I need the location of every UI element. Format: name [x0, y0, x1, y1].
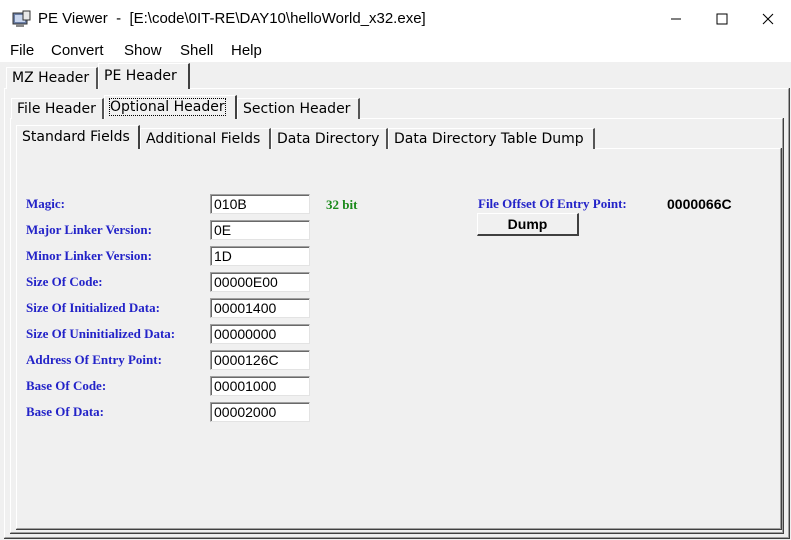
- menu-help[interactable]: Help: [231, 42, 262, 59]
- base-of-code-field[interactable]: 00001000: [210, 376, 310, 396]
- base-of-code-label: Base Of Code:: [26, 378, 107, 393]
- tab-section-header[interactable]: Section Header: [237, 98, 360, 119]
- tab-optional-header[interactable]: Optional Header: [104, 95, 237, 119]
- tab-mz-header[interactable]: MZ Header: [6, 67, 98, 89]
- tab-section-header-label: Section Header: [243, 101, 351, 117]
- size-of-initialized-data-field[interactable]: 00001400: [210, 298, 310, 318]
- maximize-icon: [716, 13, 728, 25]
- tab-optional-header-label: Optional Header: [109, 98, 226, 116]
- tab-data-directory-table-dump-label: Data Directory Table Dump: [394, 131, 584, 147]
- menu-file[interactable]: File: [10, 42, 34, 59]
- magic-label: Magic:: [26, 196, 65, 211]
- maximize-button[interactable]: [699, 0, 745, 38]
- title-separator: -: [107, 10, 130, 27]
- address-of-entry-point-label: Address Of Entry Point:: [26, 352, 162, 367]
- app-name: PE Viewer: [38, 10, 108, 27]
- file-offset-entry-point-label: File Offset Of Entry Point:: [478, 196, 627, 211]
- dump-button-label: Dump: [507, 216, 548, 232]
- tab-mz-header-label: MZ Header: [12, 70, 90, 86]
- title-bar: PE Viewer - [E:\code\0IT-RE\DAY10\helloW…: [0, 0, 791, 38]
- file-path: [E:\code\0IT-RE\DAY10\helloWorld_x32.exe…: [129, 10, 426, 27]
- size-of-uninitialized-data-label: Size Of Uninitialized Data:: [26, 326, 176, 341]
- tab-data-directory-label: Data Directory: [277, 131, 380, 147]
- tab-standard-fields[interactable]: Standard Fields: [16, 125, 140, 149]
- base-of-data-label: Base Of Data:: [26, 404, 104, 419]
- tab-additional-fields-label: Additional Fields: [146, 131, 261, 147]
- tab-pe-header-label: PE Header: [104, 68, 177, 84]
- base-of-data-field[interactable]: 00002000: [210, 402, 310, 422]
- app-icon[interactable]: [12, 10, 32, 28]
- window-title: PE Viewer - [E:\code\0IT-RE\DAY10\helloW…: [38, 10, 426, 27]
- menu-show[interactable]: Show: [124, 42, 162, 59]
- bitness-label: 32 bit: [326, 197, 358, 212]
- minimize-icon: [671, 18, 681, 20]
- tab-data-directory[interactable]: Data Directory: [271, 128, 388, 149]
- tab-additional-fields[interactable]: Additional Fields: [140, 128, 271, 149]
- tab-pe-header[interactable]: PE Header: [98, 63, 190, 89]
- file-offset-entry-point-value: 0000066C: [667, 196, 732, 212]
- close-button[interactable]: [745, 0, 791, 38]
- address-of-entry-point-field[interactable]: 0000126C: [210, 350, 310, 370]
- size-of-uninitialized-data-field[interactable]: 00000000: [210, 324, 310, 344]
- menu-bar: File Convert Show Shell Help: [0, 38, 791, 62]
- tab-standard-fields-label: Standard Fields: [22, 129, 130, 145]
- dump-button[interactable]: Dump: [477, 213, 579, 236]
- size-of-code-label: Size Of Code:: [26, 274, 103, 289]
- tab-data-directory-table-dump[interactable]: Data Directory Table Dump: [388, 128, 595, 149]
- major-linker-version-label: Major Linker Version:: [26, 222, 152, 237]
- major-linker-version-field[interactable]: 0E: [210, 220, 310, 240]
- minor-linker-version-label: Minor Linker Version:: [26, 248, 152, 263]
- close-icon: [762, 13, 774, 25]
- menu-shell[interactable]: Shell: [180, 42, 213, 59]
- magic-field[interactable]: 010B: [210, 194, 310, 214]
- minor-linker-version-field[interactable]: 1D: [210, 246, 310, 266]
- size-of-initialized-data-label: Size Of Initialized Data:: [26, 300, 160, 315]
- tab-file-header-label: File Header: [17, 101, 96, 117]
- size-of-code-field[interactable]: 00000E00: [210, 272, 310, 292]
- tab-file-header[interactable]: File Header: [11, 98, 104, 119]
- minimize-button[interactable]: [653, 0, 699, 38]
- menu-convert[interactable]: Convert: [51, 42, 104, 59]
